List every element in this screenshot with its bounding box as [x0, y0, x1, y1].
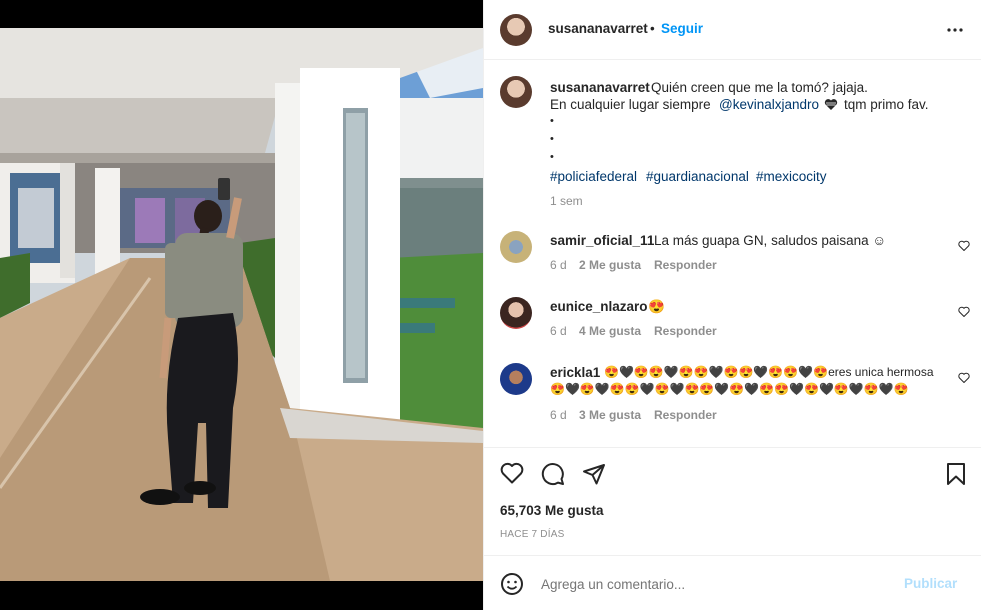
comment-avatar[interactable] [500, 231, 532, 263]
comment-likes[interactable]: 4 Me gusta [579, 324, 641, 338]
comment-reply-button[interactable]: Responder [654, 258, 717, 272]
heart-emoji-icon [824, 99, 838, 110]
comment-likes[interactable]: 2 Me gusta [579, 258, 641, 272]
comment-like-icon[interactable] [958, 306, 970, 317]
comment-likes[interactable]: 3 Me gusta [579, 408, 641, 422]
comment-text: La más guapa GN, saludos paisana ☺ [654, 233, 887, 248]
caption-avatar[interactable] [500, 76, 532, 108]
post-photo[interactable] [0, 28, 483, 581]
comment-reply-button[interactable]: Responder [654, 324, 717, 338]
comment-time[interactable]: 6 d [550, 324, 567, 338]
comment-reply-button[interactable]: Responder [654, 408, 717, 422]
comment-username[interactable]: ericklа1 [550, 365, 600, 380]
comment-like-icon[interactable] [958, 372, 970, 383]
comment-text-continued: 😍🖤😍🖤😍😍🖤😍🖤😍😍🖤😍🖤😍😍🖤😍🖤😍🖤😍🖤😍 [550, 382, 909, 396]
publish-button[interactable]: Publicar [904, 576, 957, 591]
comment-username[interactable]: eunice_nlazaro [550, 299, 648, 314]
author-username[interactable]: susananavarret [548, 21, 648, 36]
post-date[interactable]: HACE 7 DÍAS [500, 529, 564, 540]
heart-icon[interactable] [500, 462, 524, 484]
bookmark-icon[interactable] [946, 462, 966, 486]
comment-icon[interactable] [541, 462, 565, 486]
follow-button[interactable]: Seguir [661, 21, 703, 36]
author-avatar[interactable] [500, 14, 532, 46]
add-comment-bar: Publicar [484, 555, 981, 610]
caption-username[interactable]: susananavarret [550, 80, 650, 95]
caption-dot: • [550, 133, 554, 145]
emoji-icon[interactable] [500, 572, 524, 596]
caption-time[interactable]: 1 sem [550, 194, 583, 208]
comment-time[interactable]: 6 d [550, 408, 567, 422]
caption-dot: • [550, 115, 554, 127]
comment-avatar[interactable] [500, 297, 532, 329]
comment-text: 😍 [648, 299, 665, 314]
comment-text: 😍🖤😍😍🖤😍😍🖤😍😍🖤😍😍🖤😍eres unica hermosa [604, 365, 934, 379]
post-header: susananavarret • Seguir [484, 0, 981, 60]
comment-avatar[interactable] [500, 363, 532, 395]
likes-count[interactable]: 65,703 Me gusta [500, 503, 604, 518]
caption-mention[interactable]: @kevinalxjandro [719, 97, 819, 112]
comment-username[interactable]: samir_oficial_11 [550, 233, 654, 248]
hashtag-link[interactable]: #mexicocity [756, 169, 827, 184]
share-icon[interactable] [582, 462, 606, 486]
post-details-panel: susananavarret • Seguir susananavarret Q… [483, 0, 981, 610]
comment-input[interactable] [539, 571, 873, 597]
comment-time[interactable]: 6 d [550, 258, 567, 272]
caption-line-1: Quién creen que me la tomó? jajaja. [651, 80, 868, 95]
comment-like-icon[interactable] [958, 240, 970, 251]
caption-dot: • [550, 151, 554, 163]
caption-line-2-end: tqm primo fav. [844, 97, 929, 112]
hashtag-link[interactable]: #guardianacional [646, 169, 749, 184]
comments-section: susananavarret Quién creen que me la tom… [484, 60, 981, 448]
post-media [0, 0, 483, 610]
more-options-icon[interactable] [946, 22, 964, 38]
hashtag-link[interactable]: #policiafederal [550, 169, 637, 184]
caption-line-2-start: En cualquier lugar siempre [550, 97, 711, 112]
follow-separator: • [650, 21, 655, 36]
